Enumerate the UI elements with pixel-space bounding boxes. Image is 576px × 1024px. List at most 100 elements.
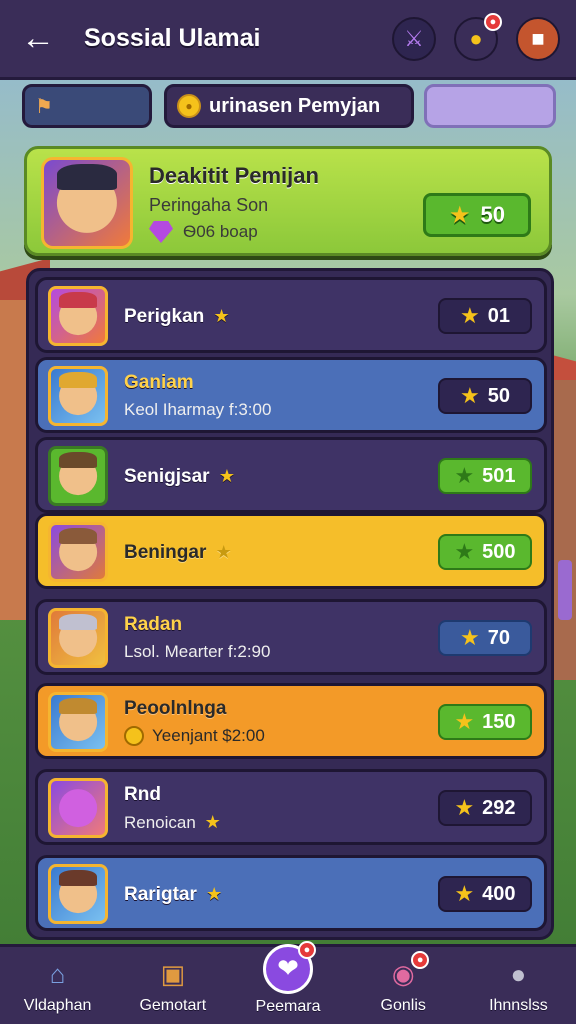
tab-label: urinasen Pemyjan <box>209 94 381 117</box>
star-icon: ★ <box>454 463 475 488</box>
profile-icon: ● <box>510 959 527 989</box>
tab-bar: ⚑ ● urinasen Pemyjan <box>22 84 556 128</box>
list-item[interactable]: Perigkan ★ ★ 01 <box>35 277 547 353</box>
player-name: Ganiam <box>124 372 194 393</box>
player-name: Perigkan <box>124 306 205 327</box>
list-item[interactable]: Senigjsar ★ ★ 501 <box>35 437 547 513</box>
player-list: Perigkan ★ ★ 01 Ganiam Keol Iharmay f:3:… <box>26 268 554 940</box>
featured-player-name: Deakitit Pemijan <box>149 163 319 188</box>
player-avatar <box>48 286 108 346</box>
star-icon: ★ <box>460 303 480 328</box>
player-score: ★ 400 <box>438 876 532 912</box>
notification-badge: ● <box>298 940 316 959</box>
notification-badge: ● <box>484 12 502 31</box>
target-icon: ◉ ● <box>383 950 430 993</box>
heart-icon: ❤ ● <box>263 940 316 994</box>
coin-icon: ● <box>177 94 201 118</box>
tab-pemyjan[interactable]: ● urinasen Pemyjan <box>164 84 414 128</box>
featured-score-value: 50 <box>480 202 505 227</box>
star-icon: ★ <box>454 795 475 820</box>
gem-count-label: Ѳ06 boap <box>183 222 258 241</box>
list-item[interactable]: Ganiam Keol Iharmay f:3:00 ★ 50 <box>35 357 547 433</box>
star-icon: ★ <box>218 466 235 486</box>
player-score: ★ 150 <box>438 704 532 740</box>
star-icon: ★ <box>449 201 471 229</box>
player-name: Radan <box>124 614 183 635</box>
star-icon: ★ <box>215 542 232 562</box>
player-avatar <box>48 446 108 506</box>
player-score: ★ 501 <box>438 458 532 494</box>
featured-player-card[interactable]: Deakitit Pemijan Peringaha Son Ѳ06 boap … <box>24 146 552 256</box>
nav-social[interactable]: ❤ ● Peemara <box>230 940 345 1024</box>
chest-icon[interactable]: ■ <box>516 16 560 61</box>
player-avatar <box>48 522 108 582</box>
player-avatar <box>48 608 108 668</box>
lantern <box>558 560 572 620</box>
coin-icon <box>124 726 144 746</box>
nav-goals[interactable]: ◉ ● Gonlis <box>346 947 461 1024</box>
player-avatar <box>48 692 108 752</box>
star-icon: ★ <box>454 709 475 734</box>
star-icon: ★ <box>454 539 475 564</box>
player-avatar <box>41 157 133 249</box>
nav-label: Gonlis <box>380 996 426 1014</box>
featured-player-subtitle: Peringaha Son <box>149 195 269 215</box>
tab-left[interactable]: ⚑ <box>22 84 152 128</box>
bottom-nav: ⌂ Vldaphan ▣ Gemotart ❤ ● Peemara ◉ ● Go… <box>0 940 576 1024</box>
score-value: 01 <box>487 304 510 327</box>
nav-label: Ihnnslss <box>489 996 548 1014</box>
score-value: 150 <box>482 710 516 733</box>
back-arrow-icon[interactable]: ← <box>16 17 60 61</box>
star-icon: ★ <box>204 812 221 832</box>
top-bar: ← Sossial Ulamai ⚔ ● ● ■ <box>0 0 576 80</box>
sword-icon[interactable]: ⚔ <box>392 16 436 61</box>
list-item[interactable]: Peoolnlnga Yeenjant $2:00 ★ 150 <box>35 683 547 759</box>
nav-chest[interactable]: ▣ Gemotart <box>115 947 230 1024</box>
tab-right[interactable] <box>424 84 556 128</box>
nav-label: Vldaphan <box>23 996 92 1014</box>
score-value: 50 <box>487 384 510 407</box>
player-name: Peoolnlnga <box>124 698 227 719</box>
list-item[interactable]: Beningar ★ ★ 500 <box>35 513 547 589</box>
nav-home[interactable]: ⌂ Vldaphan <box>0 947 115 1024</box>
player-score: ★ 500 <box>438 534 532 570</box>
player-subtitle: Renoican <box>124 813 196 832</box>
player-subtitle: Keol Iharmay f:3:00 <box>124 400 272 419</box>
player-avatar <box>48 778 108 838</box>
star-icon: ★ <box>460 625 480 650</box>
player-name: Rnd <box>124 784 161 805</box>
player-score: ★ 70 <box>438 620 532 656</box>
player-subtitle: Yeenjant $2:00 <box>152 726 265 745</box>
score-value: 70 <box>487 626 510 649</box>
player-avatar <box>48 864 108 924</box>
star-icon: ★ <box>454 881 475 906</box>
score-value: 400 <box>482 882 516 905</box>
star-icon: ★ <box>213 306 230 326</box>
player-score: ★ 50 <box>438 378 532 414</box>
nav-profile[interactable]: ● Ihnnslss <box>461 947 576 1024</box>
star-icon: ★ <box>460 383 480 408</box>
coin-icon[interactable]: ● ● <box>454 12 502 61</box>
gem-count: Ѳ06 boap <box>149 221 258 243</box>
score-value: 501 <box>482 464 516 487</box>
player-name: Beningar <box>124 542 207 563</box>
star-icon: ★ <box>206 884 223 904</box>
player-name: Rarigtar <box>124 884 197 905</box>
flag-icon: ⚑ <box>35 95 53 118</box>
list-item[interactable]: Radan Lsol. Mearter f:2:90 ★ 70 <box>35 599 547 675</box>
score-value: 292 <box>482 796 516 819</box>
house-icon: ⌂ <box>49 959 66 989</box>
player-score: ★ 292 <box>438 790 532 826</box>
player-name: Senigjsar <box>124 466 210 487</box>
gem-icon <box>149 221 173 243</box>
chest-icon: ▣ <box>160 959 186 989</box>
list-item[interactable]: Rnd Renoican ★ ★ 292 <box>35 769 547 845</box>
page-title: Sossial Ulamai <box>84 24 261 52</box>
score-value: 500 <box>482 540 516 563</box>
nav-label: Gemotart <box>139 996 207 1014</box>
featured-score-button[interactable]: ★ 50 <box>423 193 531 237</box>
notification-badge: ● <box>411 950 430 969</box>
player-avatar <box>48 366 108 426</box>
list-item[interactable]: Rarigtar ★ ★ 400 <box>35 855 547 931</box>
nav-label: Peemara <box>255 997 321 1015</box>
